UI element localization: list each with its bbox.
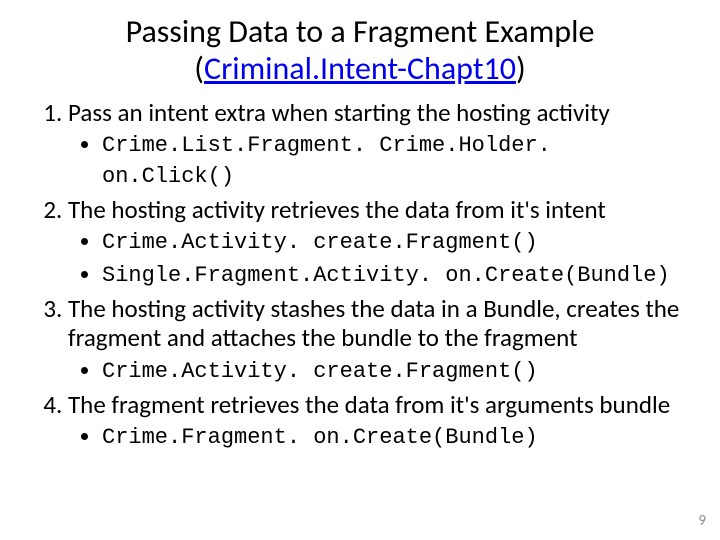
code-text: Single.Fragment.Activity. on.Create(Bund… bbox=[102, 263, 670, 288]
code-text: Crime.Activity. create.Fragment() bbox=[102, 359, 538, 384]
list-item: Pass an intent extra when starting the h… bbox=[68, 98, 692, 191]
list-item-text: Pass an intent extra when starting the h… bbox=[68, 97, 610, 128]
title-paren-close: ) bbox=[516, 49, 526, 88]
list-item-text: The hosting activity stashes the data in… bbox=[68, 293, 679, 354]
sub-list: Crime.Activity. create.Fragment() Single… bbox=[68, 226, 692, 290]
list-item: The hosting activity retrieves the data … bbox=[68, 195, 692, 290]
title-line1: Passing Data to a Fragment Example bbox=[126, 12, 595, 51]
sub-item: Crime.List.Fragment. Crime.Holder. on.Cl… bbox=[102, 129, 692, 191]
slide: Passing Data to a Fragment Example (Crim… bbox=[0, 0, 720, 540]
sub-item: Crime.Activity. create.Fragment() bbox=[102, 226, 692, 257]
list-item: The fragment retrieves the data from it'… bbox=[68, 390, 692, 452]
sub-item: Crime.Fragment. on.Create(Bundle) bbox=[102, 421, 692, 452]
list-item-text: The hosting activity retrieves the data … bbox=[68, 194, 606, 225]
list-item: The hosting activity stashes the data in… bbox=[68, 294, 692, 386]
sub-list: Crime.Activity. create.Fragment() bbox=[68, 355, 692, 386]
sub-list: Crime.List.Fragment. Crime.Holder. on.Cl… bbox=[68, 129, 692, 191]
code-text: Crime.List.Fragment. Crime.Holder. on.Cl… bbox=[102, 133, 551, 189]
sub-list: Crime.Fragment. on.Create(Bundle) bbox=[68, 421, 692, 452]
slide-title: Passing Data to a Fragment Example (Crim… bbox=[28, 14, 692, 88]
code-text: Crime.Activity. create.Fragment() bbox=[102, 230, 538, 255]
sub-item: Crime.Activity. create.Fragment() bbox=[102, 355, 692, 386]
sub-item: Single.Fragment.Activity. on.Create(Bund… bbox=[102, 259, 692, 290]
ordered-list: Pass an intent extra when starting the h… bbox=[28, 98, 692, 452]
title-link[interactable]: Criminal.Intent-Chapt10 bbox=[204, 49, 516, 88]
page-number: 9 bbox=[698, 512, 706, 530]
list-item-text: The fragment retrieves the data from it'… bbox=[68, 389, 670, 420]
code-text: Crime.Fragment. on.Create(Bundle) bbox=[102, 425, 538, 450]
title-paren-open: ( bbox=[194, 49, 204, 88]
